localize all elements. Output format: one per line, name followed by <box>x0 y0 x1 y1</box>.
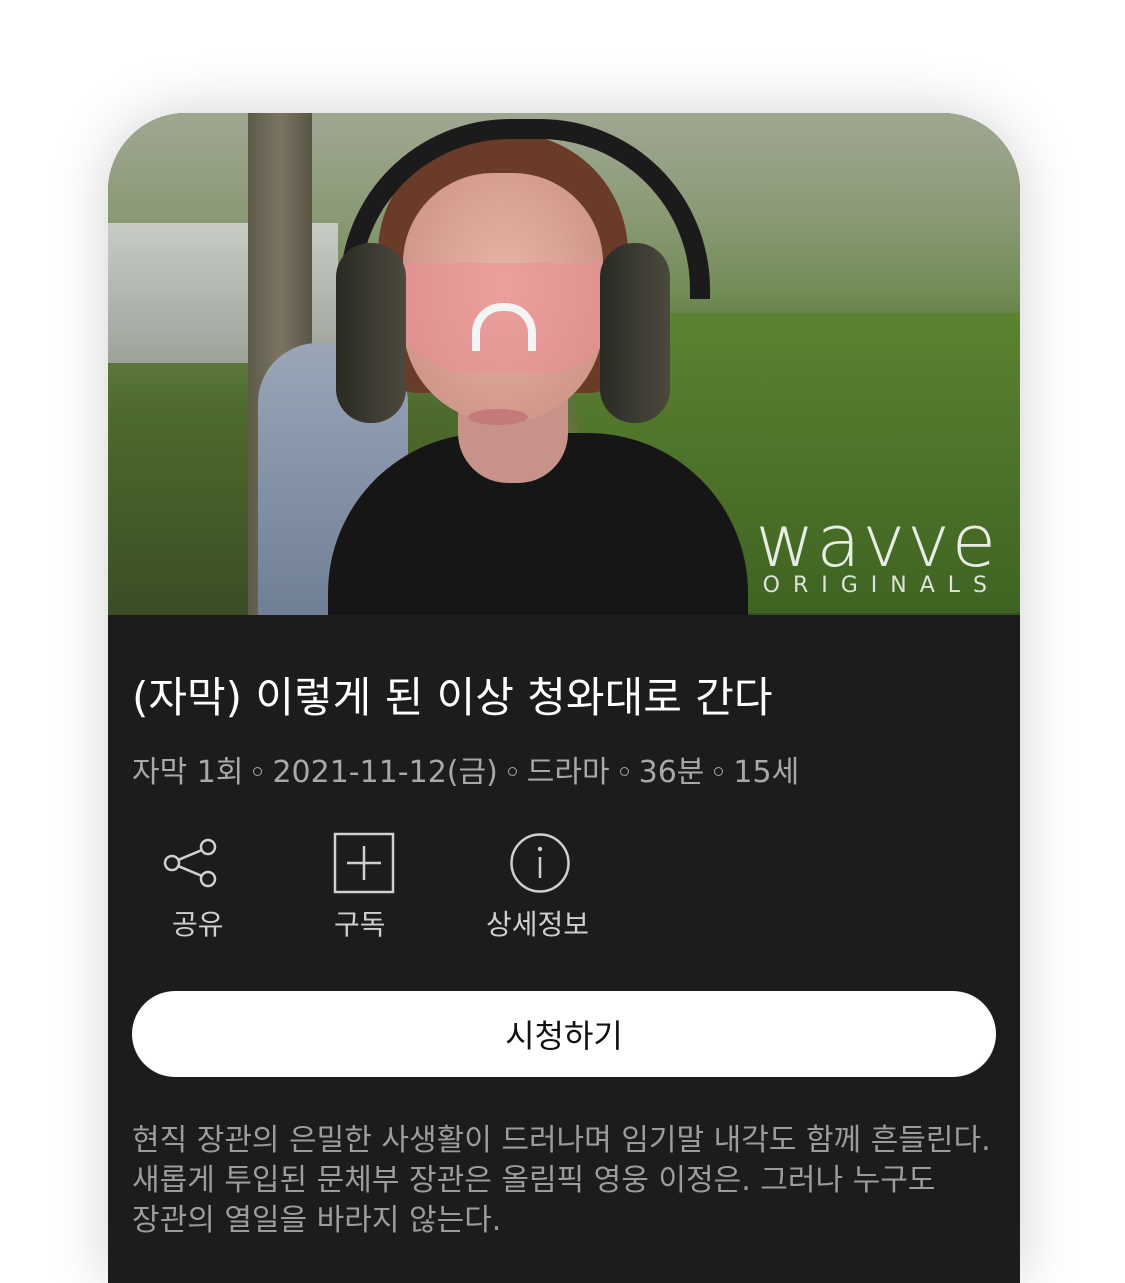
action-row: 공유 구독 상세정보 <box>158 831 684 943</box>
program-description: 현직 장관의 은밀한 사생활이 드러나며 임기말 내각도 함께 흔들린다. 새롭… <box>132 1123 991 1238</box>
meta-duration: 36분 <box>638 755 705 790</box>
meta-rating: 15세 <box>733 755 800 790</box>
hero-figure-nosepad <box>472 303 536 351</box>
wavve-logo: wavve <box>755 499 998 583</box>
share-button[interactable]: 공유 <box>158 831 334 943</box>
meta-date: 2021-11-12(금) <box>272 755 498 790</box>
plus-box-icon <box>333 832 395 894</box>
watch-button[interactable]: 시청하기 <box>132 991 996 1077</box>
hero-figure-earcup-left <box>336 243 406 423</box>
info-circle-icon <box>510 833 570 893</box>
details-label: 상세정보 <box>486 908 590 941</box>
share-label: 공유 <box>172 908 224 941</box>
meta-separator <box>714 766 724 776</box>
details-button[interactable]: 상세정보 <box>486 831 684 943</box>
meta-separator <box>507 766 517 776</box>
hero-figure-lips <box>468 409 528 425</box>
meta-separator <box>619 766 629 776</box>
share-icon <box>163 838 217 888</box>
program-title: (자막) 이렇게 된 이상 청와대로 간다 <box>132 673 773 722</box>
program-meta: 자막 1회 2021-11-12(금) 드라마 36분 15세 <box>132 747 799 791</box>
hero-image: wavve ORIGINALS <box>108 113 1020 615</box>
meta-separator <box>253 766 263 776</box>
wavve-logo-originals: ORIGINALS <box>762 573 1000 598</box>
meta-genre: 드라마 <box>526 755 610 790</box>
hero-figure-earcup-right <box>600 243 670 423</box>
phone-screen: wavve ORIGINALS (자막) 이렇게 된 이상 청와대로 간다 자막… <box>108 113 1020 1283</box>
subscribe-label: 구독 <box>334 908 386 941</box>
subscribe-button[interactable]: 구독 <box>332 831 508 943</box>
meta-episode: 자막 1회 <box>132 755 244 790</box>
